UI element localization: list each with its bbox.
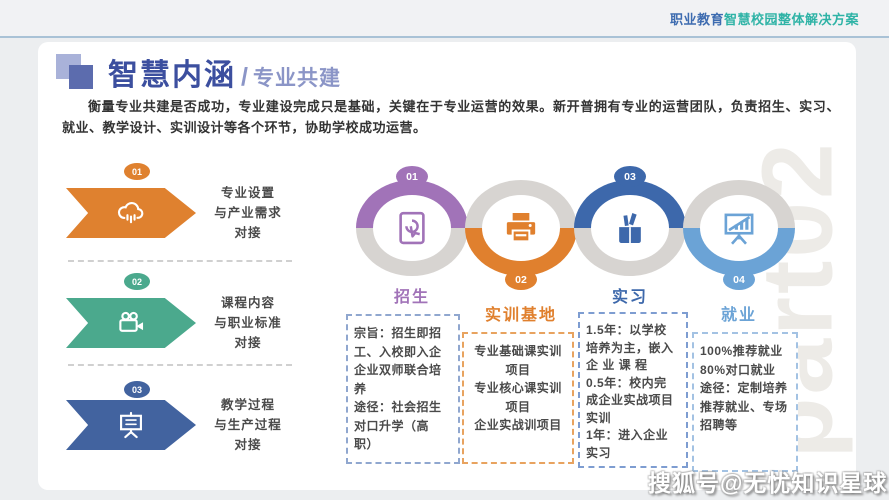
ring2-label: 实训基地 <box>484 307 558 324</box>
title-subtitle: 专业共建 <box>252 67 341 90</box>
pen-holder-icon <box>574 180 686 276</box>
step3-label-line3: 对接 <box>234 438 262 452</box>
presentation-chart-icon <box>683 180 795 276</box>
info-line: 1年：进入企业 <box>586 428 669 442</box>
title-separator: / <box>241 63 248 91</box>
cloud-rain-icon <box>114 196 148 230</box>
step3-label-line2: 与生产过程 <box>214 418 282 432</box>
video-camera-icon <box>114 306 148 340</box>
info-line: 成企业实战项目 <box>586 393 674 407</box>
info-line: 企业双师联合培 <box>354 363 442 377</box>
info-line: 工、入校即入企 <box>354 344 442 359</box>
page-title: 智慧内涵 / 专业共建 <box>108 50 341 94</box>
step2-label: 课程内容 与职业标准 对接 <box>198 293 298 353</box>
printer-icon <box>465 180 577 276</box>
brand-title-blue: 职业教育 <box>669 11 724 27</box>
step2-label-line3: 对接 <box>234 336 262 350</box>
info-line: 专业基础课实训 <box>474 344 562 358</box>
process-ring-recruitment: 01 招生 <box>356 166 468 306</box>
touch-screen-icon <box>356 180 468 276</box>
step2-label-line1: 课程内容 <box>220 296 275 310</box>
ring2-number-badge: 02 <box>505 269 537 290</box>
info-line: 途径：定制培养 <box>700 381 788 395</box>
overlap-squares-icon <box>56 54 100 94</box>
info-line: 对口升学（高 <box>354 418 430 433</box>
info-line: 专业核心课实训 <box>474 381 562 395</box>
step1-label-line2: 与产业需求 <box>214 206 282 220</box>
info-line: 培养为主，嵌入 <box>586 340 674 355</box>
info-line: 养 <box>354 381 367 396</box>
process-ring-employment: 04 就业 <box>683 180 795 324</box>
step1-label-line1: 专业设置 <box>220 186 275 200</box>
process-ring-training-base: 02 实训基地 <box>465 180 577 324</box>
ring1-label: 招生 <box>393 289 431 306</box>
process-ring-internship: 03 实习 <box>574 166 686 306</box>
info-line: 实训 <box>586 410 612 425</box>
easel-board-icon <box>114 408 148 442</box>
internship-info-box: 1.5年：以学校 培养为主，嵌入 企 业 课 程 0.5年：校内完 成企业实战项… <box>578 312 688 468</box>
info-line: 实习 <box>586 445 612 460</box>
step3-label: 教学过程 与生产过程 对接 <box>198 395 298 455</box>
step3-arrow <box>66 400 196 450</box>
step3-label-line1: 教学过程 <box>220 398 275 412</box>
square-front <box>69 65 93 89</box>
step2-arrow <box>66 298 196 348</box>
step2-number-badge: 02 <box>124 273 150 290</box>
info-line: 途径：社会招生 <box>354 400 442 414</box>
info-line: 80%对口就业 <box>700 362 776 377</box>
info-line: 项目 <box>505 362 531 377</box>
info-line: 1.5年：以学校 <box>586 323 667 337</box>
step1-label: 专业设置 与产业需求 对接 <box>198 183 298 243</box>
training-base-info-box: 专业基础课实训 项目 专业核心课实训 项目 企业实战训项目 <box>462 332 574 464</box>
step-separator-1 <box>68 260 292 262</box>
info-line: 招聘等 <box>700 418 738 432</box>
brand-title-teal: 智慧校园整体解决方案 <box>723 11 859 27</box>
step3-number-badge: 03 <box>124 381 150 398</box>
info-line: 项目 <box>505 399 531 414</box>
employment-info-box: 100%推荐就业 80%对口就业 途径：定制培养 推荐就业、专场 招聘等 <box>692 332 798 472</box>
brand-title: 职业教育智慧校园整体解决方案 <box>670 9 859 28</box>
info-line: 推荐就业、专场 <box>700 399 788 414</box>
step1-label-line3: 对接 <box>234 226 262 240</box>
step1-number-badge: 01 <box>124 163 150 180</box>
step1-arrow <box>66 188 196 238</box>
info-line: 企 业 课 程 <box>586 358 648 372</box>
ring3-number-badge: 03 <box>614 166 646 187</box>
title-main: 智慧内涵 <box>108 59 236 92</box>
info-line: 0.5年：校内完 <box>586 375 667 390</box>
recruitment-info-box: 宗旨：招生即招 工、入校即入企 企业双师联合培 养 途径：社会招生 对口升学（高… <box>346 314 460 464</box>
ring4-label: 就业 <box>720 307 758 324</box>
sohu-watermark: 搜狐号@无忧知识星球 <box>648 470 888 496</box>
step2-label-line2: 与职业标准 <box>214 316 282 330</box>
ring3-label: 实习 <box>611 289 649 306</box>
ring1-number-badge: 01 <box>396 166 428 187</box>
info-line: 职） <box>354 437 380 451</box>
slide-card: part02 智慧内涵 / 专业共建 衡量专业共建是否成功，专业建设完成只是基础，关… <box>38 42 856 490</box>
step-separator-2 <box>68 364 292 366</box>
info-line: 企业实战训项目 <box>474 418 562 432</box>
info-line: 宗旨：招生即招 <box>354 326 442 340</box>
intro-paragraph: 衡量专业共建是否成功，专业建设完成只是基础，关键在于专业运营的效果。新开普拥有专… <box>62 99 840 135</box>
ring4-number-badge: 04 <box>723 269 755 290</box>
info-line: 100%推荐就业 <box>700 344 783 358</box>
top-header-bar: 职业教育智慧校园整体解决方案 <box>0 0 889 38</box>
